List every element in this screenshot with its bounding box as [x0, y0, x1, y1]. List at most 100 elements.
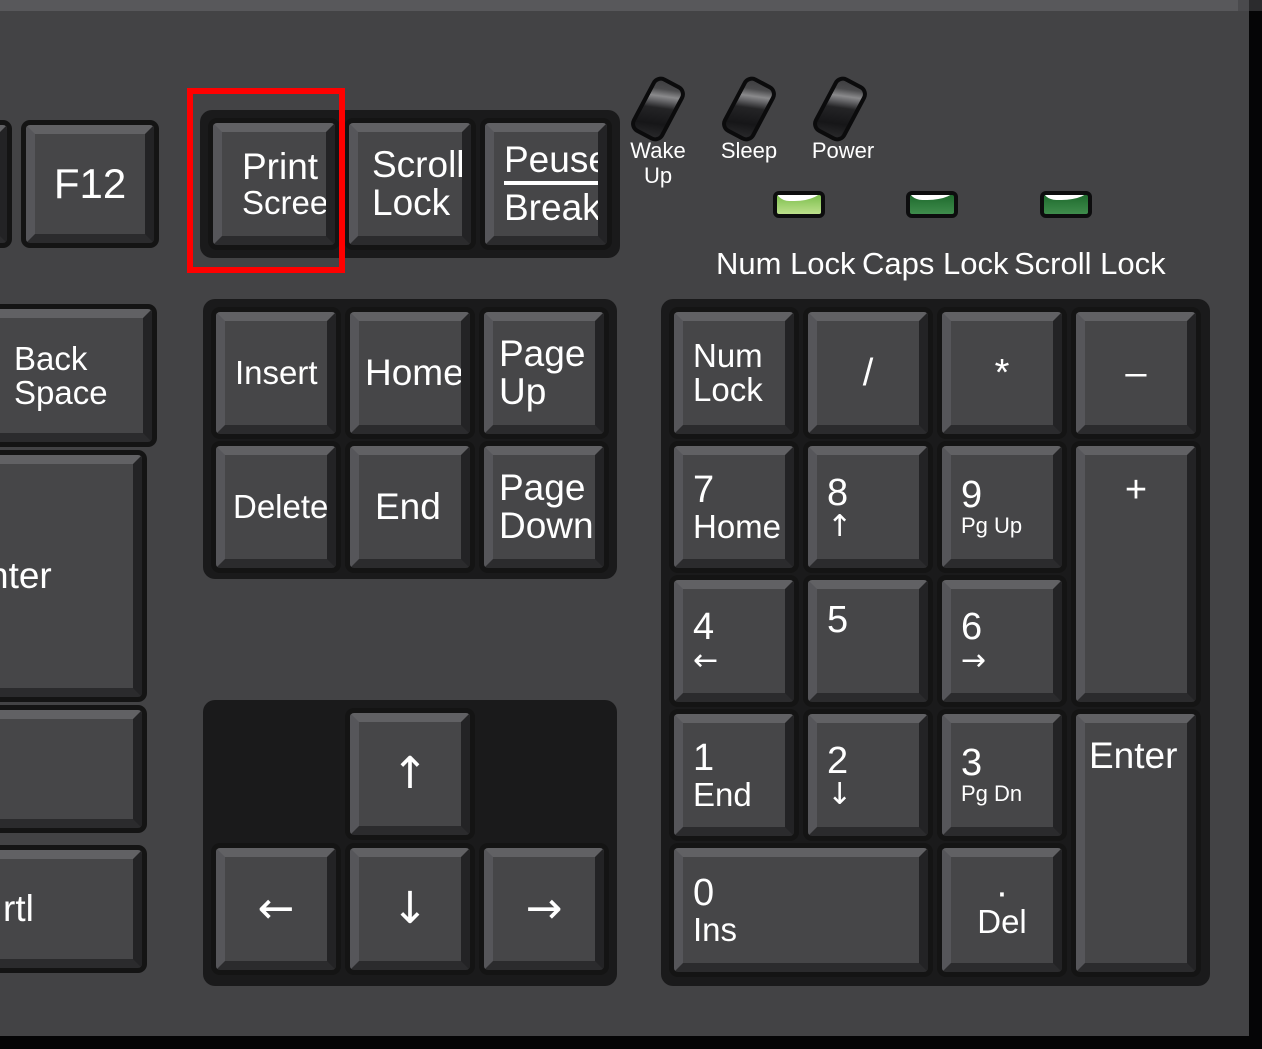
key-numpad-6[interactable]: 6 →: [937, 575, 1067, 707]
arrow-left-icon: ←: [257, 883, 295, 935]
chassis-top-corner: [1238, 0, 1249, 11]
chassis-bottom-shadow: [0, 1036, 1262, 1049]
key-label-top: /: [862, 351, 874, 394]
key-numpad-2[interactable]: 2 ↓: [803, 709, 933, 841]
key-delete[interactable]: Delete: [211, 441, 341, 573]
key-arrow-left[interactable]: ←: [211, 843, 341, 975]
key-label-top: ·: [995, 871, 1009, 914]
key-numpad-7[interactable]: 7 Home: [669, 441, 799, 573]
label-num-lock: Num Lock: [716, 246, 856, 281]
arrow-up-icon: ↑: [827, 508, 853, 544]
key-label-break: Break: [504, 187, 601, 228]
key-page-down[interactable]: Page Down: [479, 441, 609, 573]
arrow-up-icon: ↑: [391, 748, 429, 800]
key-label-top: Enter: [1089, 735, 1178, 776]
key-label-top: *: [994, 351, 1010, 394]
key-label-up: Up: [499, 371, 547, 412]
key-label-bottom: Lock: [693, 371, 763, 408]
key-enter-main[interactable]: nter: [0, 450, 147, 702]
key-numpad-plus[interactable]: +: [1071, 441, 1201, 707]
chassis-right-shadow: [1249, 11, 1262, 1049]
key-label: Insert: [235, 354, 318, 392]
key-label: Delete: [233, 488, 329, 526]
key-numpad-num-lock[interactable]: Num Lock: [669, 307, 799, 439]
key-label: End: [375, 486, 441, 528]
key-label-bottom: Ins: [693, 910, 738, 948]
key-arrow-right[interactable]: →: [479, 843, 609, 975]
keyboard-screenshot: F12 Back Space nter rtl Print Screen Scr…: [0, 0, 1262, 1049]
label-wake-up: Wake Up: [630, 138, 686, 189]
key-f12[interactable]: F12: [21, 120, 159, 248]
key-label-page: Page: [499, 333, 586, 375]
key-pause-break[interactable]: Peuse Break: [480, 118, 612, 250]
arrow-right-icon: →: [961, 642, 987, 678]
key-label-bottom: Pg Dn: [961, 781, 1023, 807]
key-label-scroll: Scroll: [372, 144, 465, 186]
key-numpad-5[interactable]: 5: [803, 575, 933, 707]
key-label-bottom: Del: [977, 902, 1027, 940]
key-label-bottom: End: [693, 775, 752, 813]
key-label-top: 2: [827, 740, 849, 783]
key-label-bottom: Pg Up: [961, 513, 1023, 539]
key-label: nter: [0, 555, 52, 597]
arrow-down-icon: ↓: [391, 883, 429, 935]
key-home[interactable]: Home: [345, 307, 475, 439]
label-sleep: Sleep: [720, 138, 778, 163]
key-arrow-down[interactable]: ↓: [345, 843, 475, 975]
key-label-top: 1: [693, 736, 715, 779]
key-ctrl[interactable]: rtl: [0, 845, 147, 973]
key-shift[interactable]: [0, 705, 147, 833]
key-scroll-lock[interactable]: Scroll Lock: [344, 118, 476, 250]
key-numpad-minus[interactable]: –: [1071, 307, 1201, 439]
key-label-top: +: [1124, 469, 1148, 511]
key-label: rtl: [3, 888, 34, 930]
key-label-top: 3: [961, 742, 983, 785]
led-num-lock: [773, 191, 825, 218]
arrow-down-icon: ↓: [827, 776, 853, 812]
key-label-top: 4: [693, 606, 715, 649]
key-print-screen[interactable]: Print Screen: [208, 118, 340, 250]
key-label-top: 9: [961, 474, 983, 517]
key-label-print: Print: [242, 146, 319, 188]
key-label-page: Page: [499, 467, 586, 509]
key-end[interactable]: End: [345, 441, 475, 573]
key-label-top: 0: [693, 871, 715, 914]
label-power: Power: [811, 138, 875, 163]
key-numpad-enter[interactable]: Enter: [1071, 709, 1201, 977]
key-label-top: 8: [827, 472, 849, 515]
chassis-top-bevel: [0, 0, 1249, 11]
key-f11-partial[interactable]: [0, 120, 12, 248]
key-numpad-0[interactable]: 0 Ins: [669, 843, 933, 977]
key-label-bottom: Home: [693, 507, 782, 545]
key-label-pause: Peuse: [504, 141, 598, 185]
key-label-second: Space: [14, 373, 108, 411]
key-numpad-9[interactable]: 9 Pg Up: [937, 441, 1067, 573]
key-backspace[interactable]: Back Space: [0, 304, 157, 447]
key-label: Home: [365, 352, 464, 394]
key-label-screen: Screen: [242, 184, 329, 222]
label-scroll-lock: Scroll Lock: [1014, 246, 1166, 281]
key-arrow-up[interactable]: ↑: [345, 708, 475, 840]
key-numpad-multiply[interactable]: *: [937, 307, 1067, 439]
key-label-down: Down: [499, 505, 594, 546]
key-insert[interactable]: Insert: [211, 307, 341, 439]
led-scroll-lock: [1040, 191, 1092, 218]
led-caps-lock: [906, 191, 958, 218]
key-label-top: 7: [693, 468, 715, 511]
key-numpad-8[interactable]: 8 ↑: [803, 441, 933, 573]
key-label-top: Num: [693, 337, 763, 375]
key-label-lock: Lock: [372, 182, 451, 223]
key-numpad-4[interactable]: 4 ←: [669, 575, 799, 707]
key-label-top: 6: [961, 606, 983, 649]
key-numpad-1[interactable]: 1 End: [669, 709, 799, 841]
key-label: F12: [53, 159, 127, 207]
key-page-up[interactable]: Page Up: [479, 307, 609, 439]
key-numpad-3[interactable]: 3 Pg Dn: [937, 709, 1067, 841]
arrow-left-icon: ←: [693, 642, 719, 678]
key-label-top: 5: [827, 599, 849, 641]
label-caps-lock: Caps Lock: [862, 246, 1009, 281]
key-numpad-divide[interactable]: /: [803, 307, 933, 439]
key-numpad-decimal[interactable]: · Del: [937, 843, 1067, 977]
chassis-top-right-shadow: [1249, 0, 1262, 11]
key-label: Back: [14, 339, 88, 377]
